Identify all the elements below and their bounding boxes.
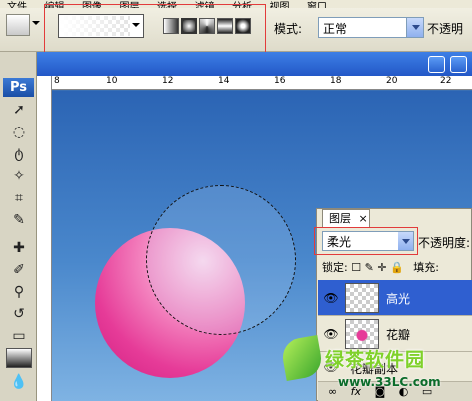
lasso-tool-icon[interactable]: ტ — [6, 144, 32, 164]
ruler-label: 20 — [386, 76, 398, 86]
healing-tool-icon[interactable]: ✚ — [6, 238, 32, 258]
ruler-label: 12 — [162, 76, 174, 86]
ruler-label: 10 — [106, 76, 118, 86]
gradient-tool-icon[interactable] — [6, 348, 32, 368]
reflected-gradient-button[interactable] — [217, 18, 233, 34]
radial-gradient-button[interactable] — [181, 18, 197, 34]
crop-tool-icon[interactable]: ⌗ — [6, 188, 32, 208]
angle-gradient-button[interactable] — [199, 18, 215, 34]
chevron-down-icon[interactable] — [32, 21, 40, 25]
layer-name: 花瓣 — [386, 328, 411, 342]
lock-label: 锁定: — [322, 261, 348, 274]
tab-layers[interactable]: 图层 × — [322, 209, 370, 227]
selection-marquee[interactable] — [146, 185, 296, 335]
ruler-label: 16 — [274, 76, 286, 86]
opacity-label: 不透明 — [427, 22, 464, 36]
document-titlebar — [37, 52, 472, 76]
chevron-down-icon[interactable] — [398, 232, 413, 250]
ruler-vertical — [37, 76, 52, 401]
watermark-url: www.33LC.com — [338, 375, 441, 389]
minimize-button[interactable] — [428, 56, 445, 73]
gradient-swatch[interactable] — [60, 16, 130, 36]
tab-layers-label: 图层 — [329, 212, 351, 225]
lock-transparency-icon[interactable]: ☐ — [351, 261, 361, 274]
lock-position-icon[interactable]: ✛ — [377, 261, 386, 274]
eyedropper-tool-icon[interactable]: ✎ — [6, 210, 32, 230]
mode-label: 模式: — [274, 22, 303, 36]
brush-tool-icon[interactable]: ✐ — [6, 260, 32, 280]
layer-opacity-label: 不透明度: — [418, 236, 471, 250]
link-icon[interactable]: ∞ — [328, 385, 337, 398]
eye-icon[interactable]: 👁 — [322, 289, 340, 307]
lock-pixels-icon[interactable]: ✎ — [365, 261, 374, 274]
lock-row: 锁定: ☐ ✎ ✛ 🔒 填充: — [322, 258, 472, 278]
fill-label: 填充: — [413, 261, 439, 274]
chevron-down-icon[interactable] — [406, 18, 423, 37]
layer-thumbnail — [345, 283, 379, 313]
tool-preset-picker[interactable] — [6, 14, 30, 36]
lock-all-icon[interactable]: 🔒 — [390, 261, 404, 274]
watermark-title: 绿茶软件园 — [325, 349, 426, 371]
ruler-label: 18 — [330, 76, 342, 86]
magic-wand-tool-icon[interactable]: ✧ — [6, 166, 32, 186]
eraser-tool-icon[interactable]: ▭ — [6, 326, 32, 346]
close-icon[interactable]: × — [359, 212, 368, 225]
move-tool-icon[interactable]: ➚ — [6, 100, 32, 120]
linear-gradient-button[interactable] — [163, 18, 179, 34]
ruler-label: 22 — [440, 76, 452, 86]
stamp-tool-icon[interactable]: ⚲ — [6, 282, 32, 302]
ruler-label: 8 — [54, 76, 60, 86]
layer-name: 高光 — [386, 292, 411, 306]
history-brush-tool-icon[interactable]: ↺ — [6, 304, 32, 324]
diamond-gradient-button[interactable] — [235, 18, 251, 34]
marquee-tool-icon[interactable]: ◌ — [6, 122, 32, 142]
eye-icon[interactable]: 👁 — [322, 325, 340, 343]
maximize-button[interactable] — [450, 56, 467, 73]
ruler-label: 14 — [218, 76, 230, 86]
blur-tool-icon[interactable]: 💧 — [6, 372, 32, 392]
photoshop-logo: Ps — [3, 78, 34, 97]
chevron-down-icon[interactable] — [132, 23, 140, 27]
